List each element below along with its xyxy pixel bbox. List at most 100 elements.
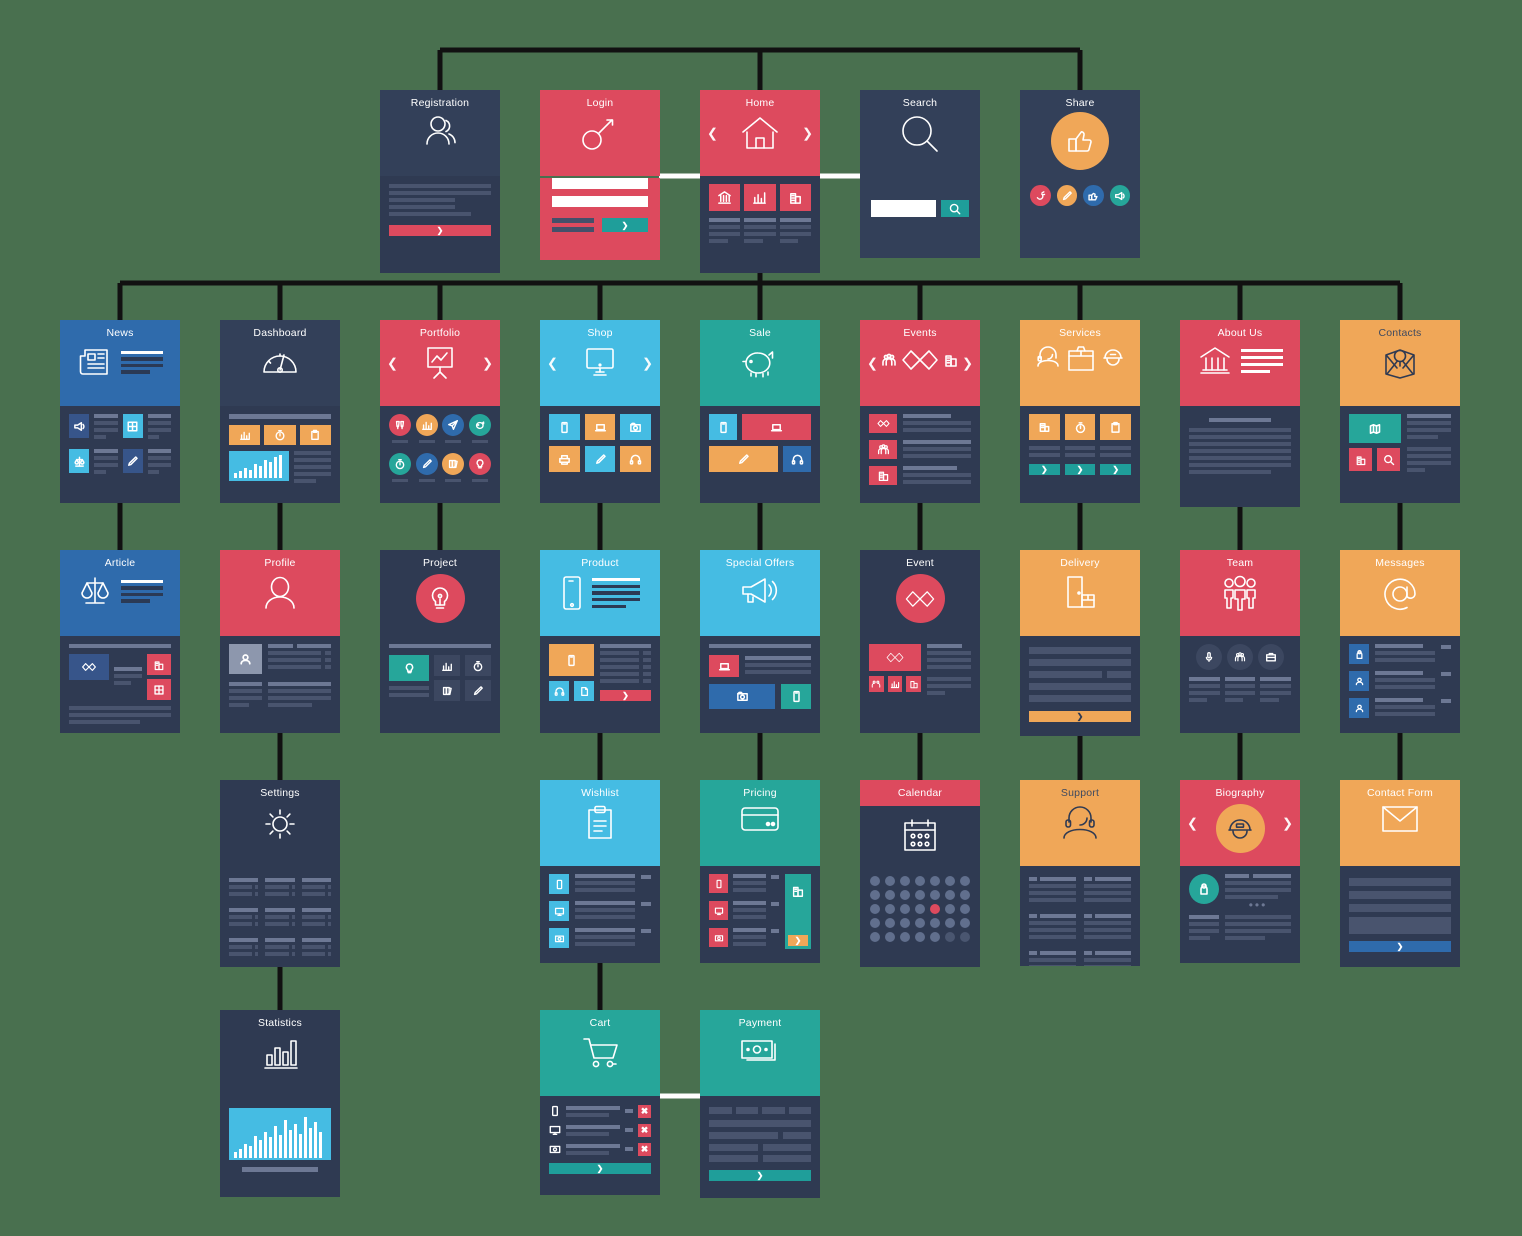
- chart-tile[interactable]: [434, 655, 460, 676]
- books-tile[interactable]: [434, 680, 460, 701]
- delivery-submit-button[interactable]: ❯: [1029, 711, 1131, 722]
- card-shop[interactable]: Shop ❮ ❯: [540, 320, 660, 503]
- list-item[interactable]: [709, 928, 779, 949]
- camera-tile[interactable]: [549, 928, 569, 948]
- day-cell[interactable]: [884, 890, 895, 900]
- card-special-offers[interactable]: Special Offers: [700, 550, 820, 733]
- handshake-tile[interactable]: [69, 654, 109, 680]
- card-dashboard[interactable]: Dashboard: [220, 320, 340, 503]
- card-type-option[interactable]: [762, 1107, 785, 1114]
- day-cell-muted[interactable]: [945, 932, 956, 942]
- card-type-option[interactable]: [788, 1107, 811, 1114]
- card-registration[interactable]: Registration ❯: [380, 90, 500, 273]
- card-contacts[interactable]: Contacts: [1340, 320, 1460, 503]
- building-tile[interactable]: [1349, 448, 1372, 471]
- laptop-tile[interactable]: [709, 655, 739, 677]
- timer-icon[interactable]: [389, 453, 412, 475]
- day-cell[interactable]: [899, 904, 910, 914]
- handshake-tile[interactable]: [869, 644, 921, 671]
- submit-button[interactable]: ❯: [389, 225, 491, 236]
- avatar-tile[interactable]: [1349, 644, 1369, 664]
- building-tile[interactable]: [779, 184, 811, 211]
- day-cell-muted[interactable]: [960, 932, 971, 942]
- day-cell[interactable]: [945, 890, 956, 900]
- search-button[interactable]: [941, 200, 969, 217]
- books-icon[interactable]: [442, 453, 465, 475]
- card-profile[interactable]: Profile: [220, 550, 340, 733]
- laptop-tile[interactable]: [742, 414, 811, 440]
- paper-plane-icon[interactable]: [442, 414, 465, 436]
- cart-row[interactable]: ✖: [549, 1123, 651, 1137]
- chart-icon[interactable]: [415, 414, 438, 436]
- card-pricing[interactable]: Pricing ❯: [700, 780, 820, 963]
- card-delivery[interactable]: Delivery ❯: [1020, 550, 1140, 736]
- day-cell[interactable]: [869, 890, 880, 900]
- day-cell[interactable]: [869, 918, 880, 928]
- day-cell[interactable]: [914, 890, 925, 900]
- day-cell[interactable]: [884, 932, 895, 942]
- cvv-field[interactable]: [783, 1132, 811, 1139]
- card-type-option[interactable]: [735, 1107, 758, 1114]
- day-cell[interactable]: [930, 932, 941, 942]
- pen-tile[interactable]: [584, 446, 616, 472]
- pay-button[interactable]: ❯: [709, 1170, 811, 1181]
- card-statistics[interactable]: Statistics: [220, 1010, 340, 1197]
- day-cell[interactable]: [869, 932, 880, 942]
- list-item[interactable]: [549, 901, 651, 922]
- card-type-option[interactable]: [709, 1107, 732, 1114]
- day-cell[interactable]: [914, 904, 925, 914]
- plan-select-button[interactable]: ❯: [788, 935, 808, 946]
- day-cell[interactable]: [960, 890, 971, 900]
- search-tile[interactable]: [1377, 448, 1400, 471]
- name-field[interactable]: [1349, 878, 1451, 886]
- thumbs-up-icon[interactable]: [1083, 185, 1104, 206]
- group-icon[interactable]: [1227, 644, 1253, 670]
- day-cell[interactable]: [869, 876, 880, 886]
- chart-tile[interactable]: [744, 184, 776, 211]
- printer-tile[interactable]: [549, 446, 580, 472]
- search-input[interactable]: [871, 200, 936, 217]
- timer-tile[interactable]: [264, 425, 296, 445]
- group-tile[interactable]: [869, 440, 897, 459]
- card-home[interactable]: Home ❮ ❯: [700, 90, 820, 273]
- calendar-grid[interactable]: [869, 876, 971, 942]
- card-events[interactable]: Events ❮ ❯: [860, 320, 980, 503]
- camera-tile[interactable]: [709, 928, 728, 947]
- message-field[interactable]: [1349, 917, 1451, 934]
- day-cell[interactable]: [960, 918, 971, 928]
- clipboard-tile[interactable]: [1100, 414, 1132, 440]
- day-cell-selected[interactable]: [930, 904, 941, 914]
- document-tile[interactable]: [574, 681, 594, 701]
- service-more-button[interactable]: ❯: [1100, 464, 1132, 475]
- timer-tile[interactable]: [465, 655, 491, 676]
- username-field[interactable]: [552, 178, 648, 189]
- day-cell[interactable]: [930, 876, 941, 886]
- day-cell[interactable]: [899, 918, 910, 928]
- day-cell[interactable]: [899, 876, 910, 886]
- cheers-icon[interactable]: [389, 414, 412, 436]
- remove-item-button[interactable]: ✖: [638, 1123, 651, 1137]
- day-cell[interactable]: [960, 904, 971, 914]
- day-cell[interactable]: [899, 932, 910, 942]
- list-item[interactable]: [549, 928, 651, 949]
- day-cell[interactable]: [884, 904, 895, 914]
- lightbulb-tile[interactable]: [389, 655, 429, 681]
- phone-tile[interactable]: [549, 414, 580, 440]
- card-portfolio[interactable]: Portfolio ❮ ❯: [380, 320, 500, 503]
- handshake-tile[interactable]: [869, 414, 897, 433]
- avatar-tile[interactable]: [1349, 671, 1369, 691]
- phone-tile[interactable]: [709, 414, 737, 440]
- expiry-field[interactable]: [709, 1132, 779, 1139]
- microphone-icon[interactable]: [1196, 644, 1222, 670]
- buy-button[interactable]: ❯: [600, 690, 651, 701]
- piggy-bank-icon[interactable]: [468, 414, 491, 436]
- list-item[interactable]: [709, 874, 779, 895]
- featured-plan[interactable]: ❯: [785, 874, 811, 949]
- megaphone-tile[interactable]: [69, 414, 90, 438]
- clap-icon[interactable]: [1030, 185, 1051, 206]
- remove-item-button[interactable]: ✖: [638, 1142, 651, 1156]
- phone-tile[interactable]: [549, 644, 594, 676]
- cart-row[interactable]: ✖: [549, 1104, 651, 1118]
- card-article[interactable]: Article: [60, 550, 180, 733]
- day-cell[interactable]: [945, 918, 956, 928]
